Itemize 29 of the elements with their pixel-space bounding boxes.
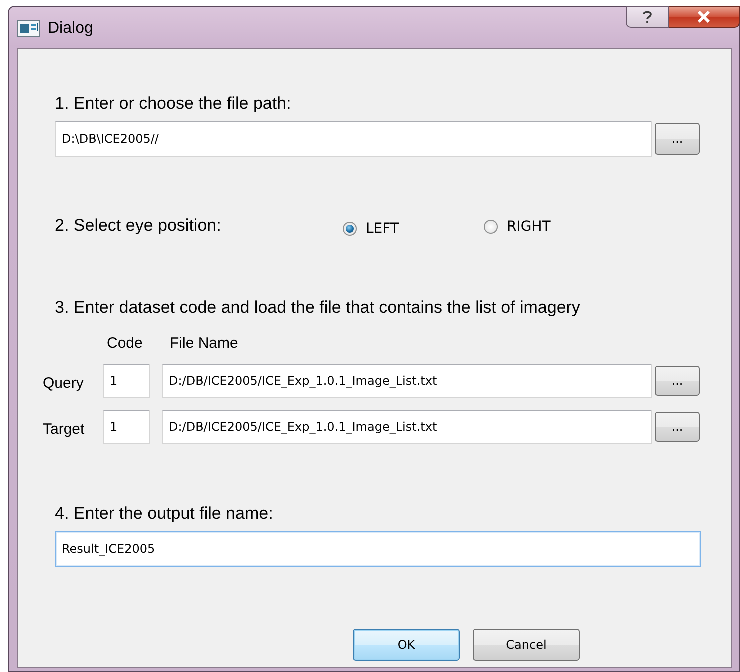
file-name-field[interactable]: D:/DB/ICE2005/ICE_Exp_1.0.1_Image_List.txt xyxy=(162,410,652,444)
window-icon xyxy=(17,20,40,36)
output-file-field[interactable]: Result_ICE2005 xyxy=(55,531,701,567)
window-title: Dialog xyxy=(48,20,94,38)
column-header: File Name xyxy=(169,335,240,352)
radio-option[interactable]: LEFT xyxy=(343,221,400,237)
radio-indicator[interactable] xyxy=(343,222,357,236)
section-heading: 3. Enter dataset code and load the file that contains the list of imagery xyxy=(55,298,582,318)
close-icon xyxy=(697,11,711,23)
radio-option[interactable]: RIGHT xyxy=(484,219,551,235)
browse-button[interactable]: ... xyxy=(655,366,700,396)
help-icon xyxy=(642,10,653,24)
code-field[interactable]: 1 xyxy=(103,364,150,398)
browse-button[interactable]: ... xyxy=(655,123,700,155)
file-name-field[interactable]: D:/DB/ICE2005/ICE_Exp_1.0.1_Image_List.txt xyxy=(162,364,652,398)
row-label: Target xyxy=(43,420,86,438)
section-heading: 2. Select eye position: xyxy=(55,216,222,236)
radio-indicator[interactable] xyxy=(484,220,498,234)
ok-button[interactable]: OK xyxy=(353,629,460,661)
close-button[interactable] xyxy=(669,6,740,28)
help-button[interactable] xyxy=(626,6,669,28)
path-field[interactable]: D:\DB\ICE2005// xyxy=(55,121,652,157)
row-label: Query xyxy=(43,374,85,392)
browse-button[interactable]: ... xyxy=(655,412,700,442)
cancel-button[interactable]: Cancel xyxy=(473,629,580,661)
column-header: Code xyxy=(106,335,144,352)
section-heading: 1. Enter or choose the file path: xyxy=(55,94,292,114)
code-field[interactable]: 1 xyxy=(103,410,150,444)
section-heading: 4. Enter the output file name: xyxy=(55,504,274,524)
